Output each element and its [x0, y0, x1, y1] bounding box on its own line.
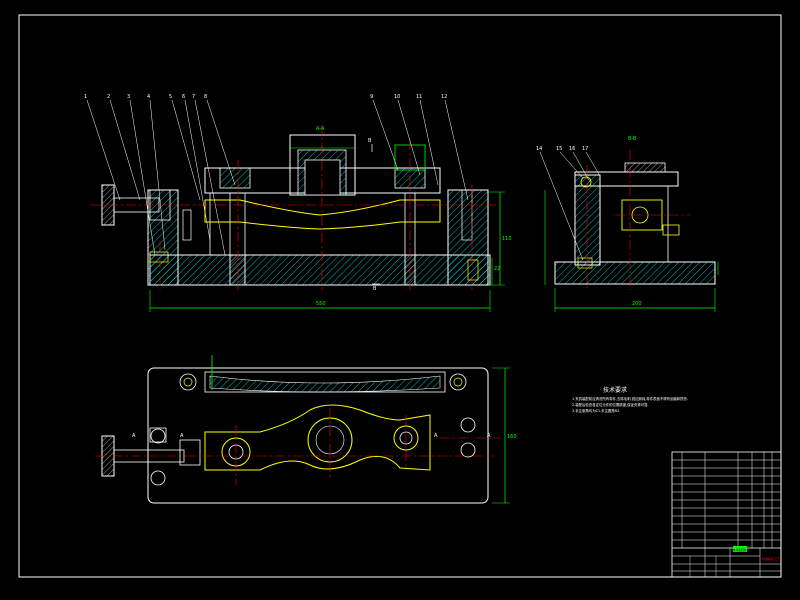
label-b-b: B-B	[628, 136, 637, 142]
label-a-left-1: A	[132, 433, 136, 439]
tech-req-title: 技术要求	[603, 386, 627, 394]
label-b-top: B	[368, 138, 372, 144]
base-plate	[149, 254, 491, 286]
callout-10: 10	[394, 94, 400, 100]
callout-12: 12	[441, 94, 447, 100]
plan-view: 160 A A A A	[95, 355, 517, 504]
callout-17: 17	[582, 146, 588, 152]
dim-front-width: 550	[316, 301, 326, 307]
front-section-view: 550 110 22 A-A B B	[90, 125, 512, 312]
label-a-left-2: A	[180, 433, 184, 439]
workpiece-plan	[204, 404, 431, 471]
callout-8: 8	[204, 94, 207, 100]
callout-16: 16	[569, 146, 575, 152]
callout-15: 15	[556, 146, 562, 152]
side-view: B-B 200 14 15 16 17	[536, 136, 719, 312]
callout-3: 3	[127, 94, 130, 100]
dim-side-width: 200	[632, 301, 642, 307]
callout-4: 4	[147, 94, 150, 100]
tech-req-line-1: 1.夹具装配前应清洗所有零件,去除毛刺,锐边倒钝,零件表面不得有划痕和损伤.	[572, 396, 688, 401]
label-b-bottom: B	[373, 286, 377, 292]
callout-14: 14	[536, 146, 542, 152]
title-drawing-name: 夹具装配图	[733, 548, 746, 552]
label-a-a: A-A	[316, 126, 325, 132]
callout-7: 7	[192, 94, 195, 100]
dim-front-height-2: 22	[494, 266, 500, 272]
title-company: 机械制造工艺	[762, 556, 780, 561]
callout-2: 2	[107, 94, 110, 100]
title-block: 夹具装配图 机械制造工艺	[671, 451, 782, 578]
callout-9: 9	[370, 94, 373, 100]
cad-drawing-canvas: 550 110 22 A-A B B 1 2 3 4 5 6 7 8 9 10 …	[18, 14, 782, 578]
callout-5: 5	[169, 94, 172, 100]
label-a-right-1: A	[434, 433, 438, 439]
dim-plan-height: 160	[507, 434, 517, 440]
technical-requirements: 技术要求 1.夹具装配前应清洗所有零件,去除毛刺,锐边倒钝,零件表面不得有划痕和…	[572, 386, 688, 413]
callout-1: 1	[84, 94, 87, 100]
left-support	[147, 189, 179, 286]
callout-6: 6	[182, 94, 185, 100]
tech-req-line-3: 3.未注倒角均为C1,未注圆角R2.	[572, 408, 620, 413]
label-a-right-2: A	[487, 433, 491, 439]
dim-front-height-1: 110	[502, 236, 512, 242]
tech-req-line-2: 2.装配后检查各定位元件的位置精度,保证夹紧可靠.	[572, 402, 649, 407]
callout-11: 11	[416, 94, 422, 100]
